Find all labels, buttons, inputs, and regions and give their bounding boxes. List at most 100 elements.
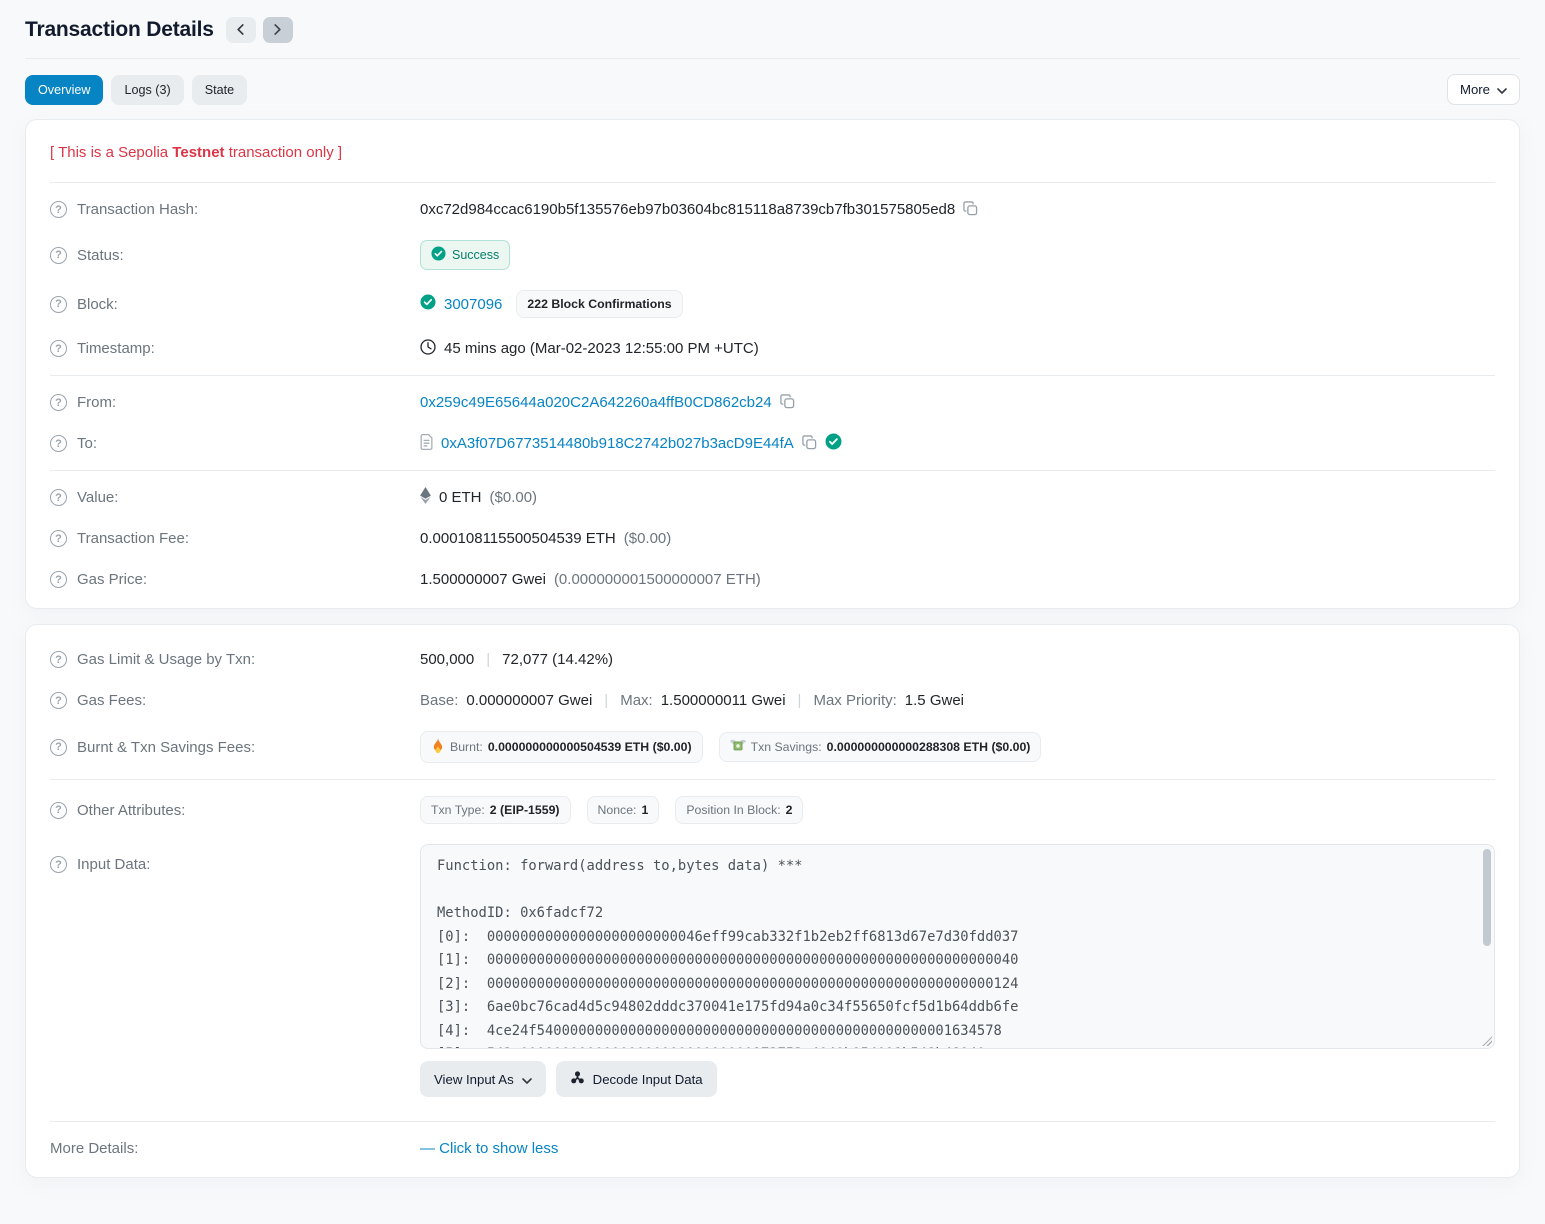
eth-diamond-icon (420, 487, 431, 508)
max-priority-fee-label: Max Priority: (813, 692, 896, 709)
txn-type-badge: Txn Type: 2 (EIP-1559) (420, 796, 571, 824)
copy-hash-button[interactable] (963, 201, 978, 219)
txn-savings-label: Txn Savings: (751, 740, 822, 754)
help-icon[interactable]: ? (50, 201, 67, 218)
txn-savings-value: 0.000000000000288308 ETH ($0.00) (827, 740, 1031, 754)
to-label: To: (77, 435, 97, 452)
more-details-label: More Details: (50, 1140, 138, 1157)
resize-grip-icon[interactable] (1481, 1035, 1492, 1046)
contract-file-icon (420, 434, 433, 454)
row-transaction-hash: ?Transaction Hash: 0xc72d984ccac6190b5f1… (50, 189, 1495, 230)
gas-limit-value: 500,000 (420, 651, 474, 668)
gas-price-eth-equiv: (0.000000001500000007 ETH) (554, 571, 761, 588)
max-fee-value: 1.500000011 Gwei (661, 692, 786, 709)
input-data-actions: View Input As Decode Input Data (420, 1061, 717, 1097)
value-amount: 0 ETH (439, 489, 482, 506)
check-circle-icon (431, 246, 446, 264)
help-icon[interactable]: ? (50, 739, 67, 756)
tab-state[interactable]: State (192, 75, 247, 105)
help-icon[interactable]: ? (50, 296, 67, 313)
row-other-attributes: ? Other Attributes: Txn Type: 2 (EIP-1559… (50, 786, 1495, 834)
divider (50, 779, 1495, 780)
burnt-value: 0.000000000000504539 ETH ($0.00) (488, 740, 692, 754)
divider (50, 470, 1495, 471)
help-icon[interactable]: ? (50, 247, 67, 264)
help-icon[interactable]: ? (50, 340, 67, 357)
txn-nav (226, 17, 293, 43)
page-header: Transaction Details (25, 0, 1520, 59)
check-circle-icon (420, 294, 436, 314)
row-input-data: ?Input Data: Function: forward(address t… (50, 834, 1495, 1115)
help-icon[interactable]: ? (50, 802, 67, 819)
copy-from-address-button[interactable] (780, 394, 795, 412)
input-data-textarea[interactable]: Function: forward(address to,bytes data)… (420, 844, 1495, 1049)
value-label: Value: (77, 489, 118, 506)
separator: | (482, 651, 494, 668)
row-to: ? To: 0xA3f07D6773514480b918C2742b027b3ac… (50, 423, 1495, 464)
nonce-badge: Nonce: 1 (587, 796, 660, 824)
row-block: ?Block: 3007096 222 Block Confirmations (50, 280, 1495, 328)
base-fee-label: Base: (420, 692, 458, 709)
scrollbar-thumb[interactable] (1483, 849, 1491, 946)
row-more-details: More Details: — Click to show less (50, 1128, 1495, 1169)
more-dropdown-button[interactable]: More (1447, 74, 1520, 105)
divider (50, 1121, 1495, 1122)
next-txn-button[interactable] (263, 17, 293, 43)
copy-icon (802, 435, 817, 453)
separator: | (794, 692, 806, 709)
from-address-link[interactable]: 0x259c49E65644a020C2A642260a4ffB0CD862cb… (420, 394, 772, 411)
copy-to-address-button[interactable] (802, 435, 817, 453)
help-icon[interactable]: ? (50, 571, 67, 588)
help-icon[interactable]: ? (50, 856, 67, 873)
row-timestamp: ?Timestamp: 45 mins ago (Mar-02-2023 12:… (50, 328, 1495, 369)
transaction-details-page: Transaction Details Overview Logs (3) St… (0, 0, 1545, 1178)
transaction-fee-label: Transaction Fee: (77, 530, 189, 547)
status-label: Status: (77, 247, 124, 264)
row-gas-limit: ?Gas Limit & Usage by Txn: 500,000 | 72,… (50, 639, 1495, 680)
row-burnt-fees: ?Burnt & Txn Savings Fees: Burnt: 0.0000… (50, 721, 1495, 773)
tab-overview[interactable]: Overview (25, 75, 103, 105)
fee-usd: ($0.00) (624, 530, 672, 547)
other-attributes-label: Other Attributes: (77, 802, 185, 819)
burnt-fees-label: Burnt & Txn Savings Fees: (77, 739, 255, 756)
tab-bar: Overview Logs (3) State More (25, 74, 1520, 105)
block-number-link[interactable]: 3007096 (444, 296, 502, 313)
details-card: ?Gas Limit & Usage by Txn: 500,000 | 72,… (25, 624, 1520, 1178)
chevron-down-icon (1497, 82, 1507, 97)
from-label: From: (77, 394, 116, 411)
row-from: ? From: 0x259c49E65644a020C2A642260a4ffB0… (50, 382, 1495, 423)
click-to-show-less-link[interactable]: — Click to show less (420, 1140, 558, 1157)
help-icon[interactable]: ? (50, 435, 67, 452)
verified-check-icon (825, 433, 842, 454)
clock-icon (420, 339, 436, 359)
fee-amount: 0.000108115500504539 ETH (420, 530, 616, 547)
overview-card: [ This is a Sepolia Testnet transaction … (25, 119, 1520, 609)
row-gas-fees: ?Gas Fees: Base: 0.000000007 Gwei | Max:… (50, 680, 1495, 721)
timestamp-value: 45 mins ago (Mar-02-2023 12:55:00 PM +UT… (444, 340, 759, 357)
tab-logs[interactable]: Logs (3) (111, 75, 183, 105)
help-icon[interactable]: ? (50, 651, 67, 668)
divider (50, 182, 1495, 183)
view-input-as-button[interactable]: View Input As (420, 1061, 546, 1097)
chevron-right-icon (273, 23, 282, 38)
money-wings-icon (730, 739, 746, 755)
help-icon[interactable]: ? (50, 489, 67, 506)
row-status: ?Status: Success (50, 230, 1495, 280)
page-title: Transaction Details (25, 18, 214, 42)
help-icon[interactable]: ? (50, 692, 67, 709)
max-priority-fee-value: 1.5 Gwei (905, 692, 964, 709)
gas-fees-label: Gas Fees: (77, 692, 146, 709)
row-gas-price: ?Gas Price: 1.500000007 Gwei (0.00000000… (50, 559, 1495, 600)
help-icon[interactable]: ? (50, 394, 67, 411)
decode-input-data-button[interactable]: Decode Input Data (556, 1061, 717, 1097)
txn-savings-badge: Txn Savings: 0.000000000000288308 ETH ($… (719, 732, 1042, 762)
testnet-warning: [ This is a Sepolia Testnet transaction … (50, 128, 1495, 176)
input-data-content: Function: forward(address to,bytes data)… (421, 845, 1494, 1049)
flame-icon (431, 738, 445, 756)
row-transaction-fee: ? Transaction Fee: 0.000108115500504539 E… (50, 518, 1495, 559)
transaction-hash-value: 0xc72d984ccac6190b5f135576eb97b03604bc81… (420, 201, 955, 218)
to-address-link[interactable]: 0xA3f07D6773514480b918C2742b027b3acD9E44… (441, 435, 794, 452)
value-usd: ($0.00) (490, 489, 538, 506)
help-icon[interactable]: ? (50, 530, 67, 547)
previous-txn-button[interactable] (226, 17, 256, 43)
